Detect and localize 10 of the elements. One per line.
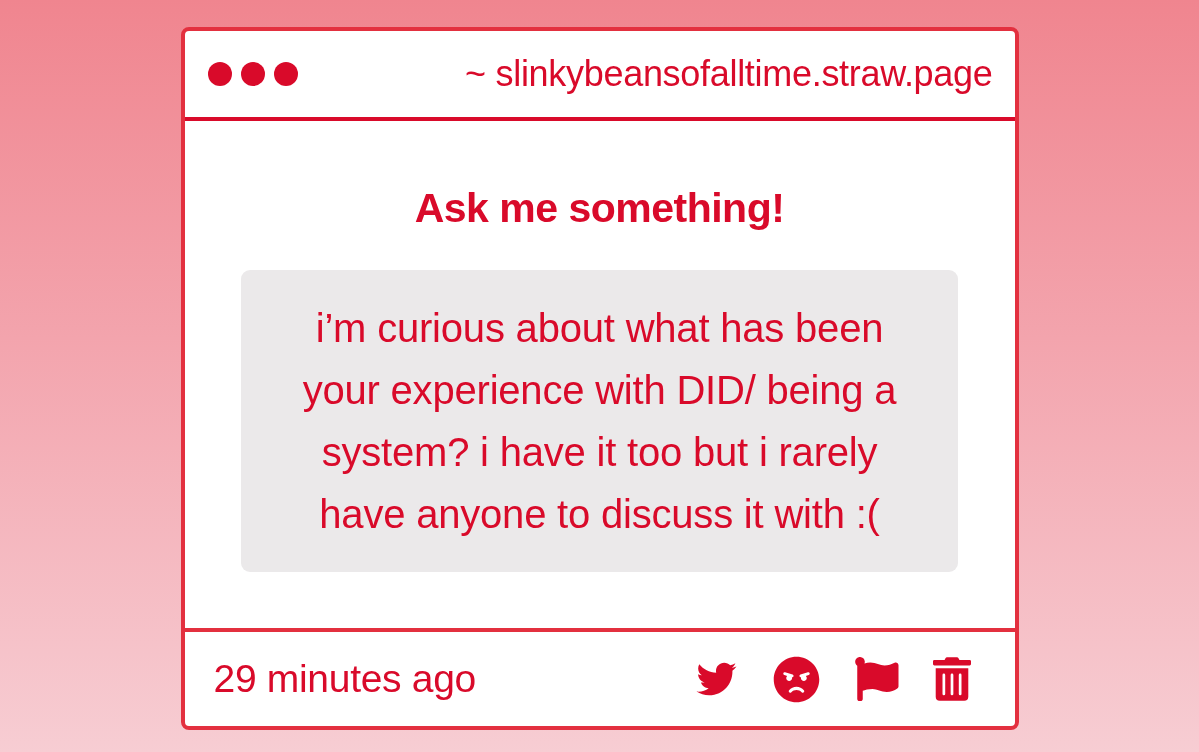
dot-icon: [207, 62, 232, 86]
timestamp: 29 minutes ago: [213, 657, 476, 701]
prompt-title: Ask me something!: [414, 185, 785, 232]
angry-face-icon[interactable]: [772, 655, 820, 703]
question-text: i’m curious about what has been your experience with DID/ being a system? i have it too but i rarely have anyone to discuss it with :(: [301, 305, 898, 538]
trash-icon[interactable]: [932, 657, 971, 701]
page-url: ~ slinkybeansofalltime.straw.page: [465, 53, 993, 95]
flag-icon[interactable]: [852, 657, 900, 701]
dot-icon: [240, 62, 265, 86]
dot-icon: [273, 62, 298, 86]
